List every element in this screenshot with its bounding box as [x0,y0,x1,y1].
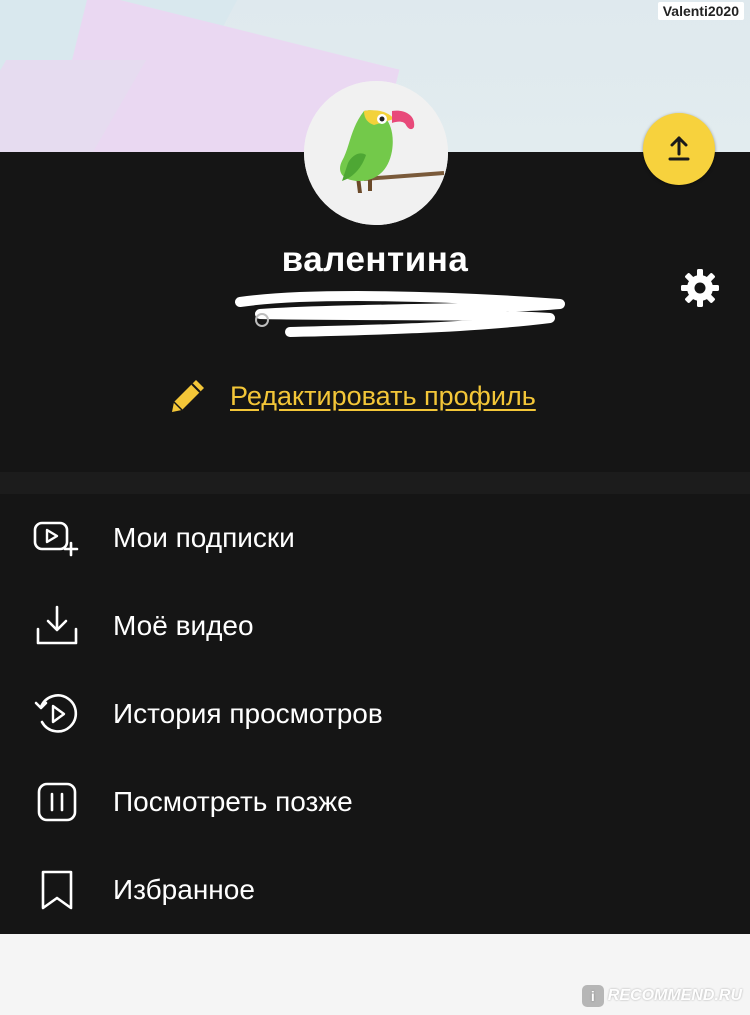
edit-profile-row[interactable]: Редактировать профиль [168,374,536,418]
menu-item-label: Избранное [113,874,255,905]
site-watermark: i RECOMMEND.RU [581,985,742,1007]
pencil-icon [172,380,204,412]
site-watermark-text: RECOMMEND.RU [607,987,742,1004]
avatar[interactable] [304,81,448,225]
page-bottom: i RECOMMEND.RU [0,934,750,1015]
menu-item-my-video[interactable]: Моё видео [0,582,750,670]
menu-item-label: Посмотреть позже [113,786,353,817]
site-logo-icon: i [581,985,604,1007]
settings-button[interactable] [678,266,722,310]
parrot-avatar-icon [304,81,448,225]
section-divider [0,472,750,494]
upload-icon [668,136,690,161]
history-icon [32,689,82,739]
download-icon [32,601,82,651]
menu-item-label: Мои подписки [113,522,295,553]
redacted-scribble [235,291,565,337]
watch-later-icon [32,777,82,827]
profile-menu: Мои подписки Моё видео История просмотро… [0,494,750,934]
menu-item-watch-later[interactable]: Посмотреть позже [0,758,750,846]
menu-item-history[interactable]: История просмотров [0,670,750,758]
menu-item-favorites[interactable]: Избранное [0,846,750,934]
menu-item-subscriptions[interactable]: Мои подписки [0,494,750,582]
edit-profile-link[interactable]: Редактировать профиль [230,381,536,412]
menu-item-label: История просмотров [113,698,383,729]
subscriptions-icon [32,513,82,563]
user-name: валентина [281,240,469,279]
gear-icon [681,269,719,307]
upload-button[interactable] [643,113,715,185]
menu-item-label: Моё видео [113,610,254,641]
bookmark-icon [32,865,82,915]
username-watermark: Valenti2020 [657,2,744,20]
